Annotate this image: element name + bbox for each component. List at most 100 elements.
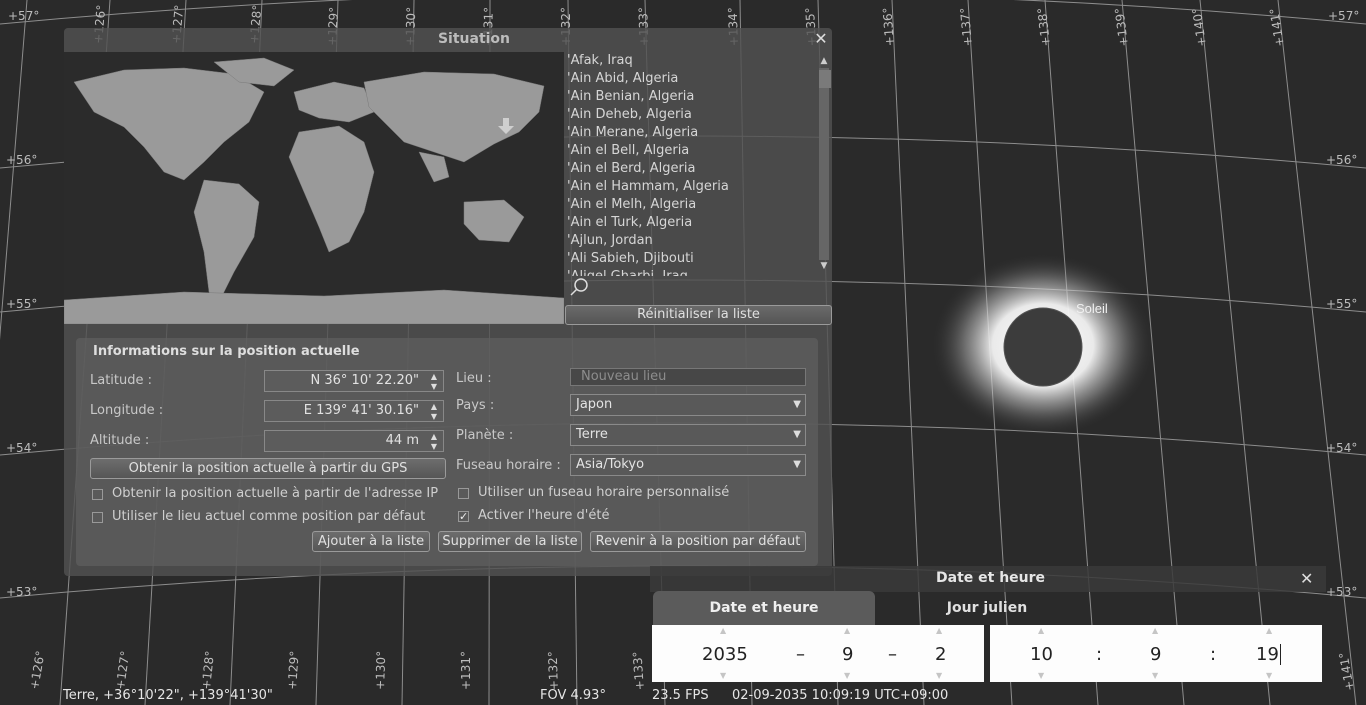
timezone-label: Fuseau horaire : bbox=[456, 458, 561, 473]
hour-field[interactable]: 10 bbox=[1030, 644, 1053, 665]
search-icon[interactable] bbox=[567, 276, 591, 300]
spin-down-icon[interactable]: ▼ bbox=[427, 412, 441, 421]
month-down-icon[interactable]: ▼ bbox=[844, 671, 850, 680]
revert-default-button[interactable]: Revenir à la position par défaut bbox=[590, 531, 806, 552]
list-item[interactable]: 'Afak, Iraq bbox=[567, 52, 815, 70]
list-item[interactable]: 'Aliqel Gharbi, Iraq bbox=[567, 268, 815, 276]
list-item[interactable]: 'Ali Sabieh, Djibouti bbox=[567, 250, 815, 268]
altitude-field[interactable]: 44 m ▲ ▼ bbox=[264, 430, 444, 452]
longitude-field[interactable]: E 139° 41' 30.16" ▲ ▼ bbox=[264, 400, 444, 422]
latitude-label: Latitude : bbox=[90, 373, 153, 388]
lon-label: +127° bbox=[113, 650, 132, 691]
second-up-icon[interactable]: ▲ bbox=[1266, 626, 1272, 635]
scroll-track[interactable] bbox=[819, 68, 829, 260]
minute-down-icon[interactable]: ▼ bbox=[1152, 671, 1158, 680]
gps-button[interactable]: Obtenir la position actuelle à partir du… bbox=[90, 458, 446, 479]
second-down-icon[interactable]: ▼ bbox=[1266, 671, 1272, 680]
spin-up-icon[interactable]: ▲ bbox=[427, 402, 441, 411]
day-up-icon[interactable]: ▲ bbox=[936, 626, 942, 635]
lon-label: +140° bbox=[1190, 7, 1209, 48]
latitude-field[interactable]: N 36° 10' 22.20" ▲ ▼ bbox=[264, 370, 444, 392]
add-to-list-button[interactable]: Ajouter à la liste bbox=[312, 531, 430, 552]
month-up-icon[interactable]: ▲ bbox=[844, 626, 850, 635]
planet-select[interactable]: Terre ▼ bbox=[570, 424, 806, 446]
location-list[interactable]: 'Afak, Iraq 'Ain Abid, Algeria 'Ain Beni… bbox=[567, 52, 815, 276]
timezone-select[interactable]: Asia/Tokyo ▼ bbox=[570, 454, 806, 476]
sun-label[interactable]: Soleil bbox=[1076, 301, 1108, 316]
lon-label: +131° bbox=[459, 651, 473, 690]
spin-down-icon[interactable]: ▼ bbox=[427, 442, 441, 451]
altitude-value: 44 m bbox=[385, 433, 419, 448]
world-map[interactable] bbox=[64, 52, 564, 324]
panel-title: Informations sur la position actuelle bbox=[93, 344, 360, 359]
day-field[interactable]: 2 bbox=[935, 644, 946, 665]
scroll-down-icon[interactable]: ▼ bbox=[818, 261, 830, 271]
custom-timezone-checkbox[interactable] bbox=[458, 488, 469, 499]
tab-date-time[interactable]: Date et heure bbox=[653, 591, 875, 625]
lat-label: +55° bbox=[1326, 297, 1357, 311]
day-down-icon[interactable]: ▼ bbox=[936, 671, 942, 680]
close-icon[interactable]: ✕ bbox=[812, 30, 830, 48]
list-item[interactable]: 'Ain Merane, Algeria bbox=[567, 124, 815, 142]
minute-up-icon[interactable]: ▲ bbox=[1152, 626, 1158, 635]
scroll-up-icon[interactable]: ▲ bbox=[818, 56, 830, 66]
dst-checkbox[interactable]: ✓ bbox=[458, 511, 469, 522]
spin-up-icon[interactable]: ▲ bbox=[427, 432, 441, 441]
lat-label: +55° bbox=[6, 297, 37, 311]
latitude-value: N 36° 10' 22.20" bbox=[310, 373, 419, 388]
date-panel: ▲ ▼ 2035 – ▲ ▼ 9 – ▲ ▼ 2 bbox=[652, 625, 984, 682]
lon-label: +133° bbox=[630, 651, 647, 691]
lon-label: +129° bbox=[285, 650, 302, 690]
list-item[interactable]: 'Ain el Hammam, Algeria bbox=[567, 178, 815, 196]
location-list-scrollbar[interactable]: ▲ ▼ bbox=[816, 56, 832, 272]
moon-disk bbox=[1003, 307, 1083, 387]
planet-label: Planète : bbox=[456, 428, 514, 443]
reset-list-button[interactable]: Réinitialiser la liste bbox=[565, 305, 832, 325]
minute-field[interactable]: 9 bbox=[1150, 644, 1161, 665]
status-location: Terre, +36°10'22", +139°41'30" bbox=[63, 688, 273, 703]
chevron-down-icon: ▼ bbox=[793, 459, 801, 470]
spin-down-icon[interactable]: ▼ bbox=[427, 382, 441, 391]
hour-up-icon[interactable]: ▲ bbox=[1038, 626, 1044, 635]
status-fov: FOV 4.93° bbox=[540, 688, 606, 703]
scroll-thumb[interactable] bbox=[819, 70, 831, 88]
list-item[interactable]: 'Ain el Melh, Algeria bbox=[567, 196, 815, 214]
year-down-icon[interactable]: ▼ bbox=[720, 671, 726, 680]
country-label: Pays : bbox=[456, 398, 495, 413]
tab-julian-day[interactable]: Jour julien bbox=[876, 591, 1098, 625]
default-location-checkbox[interactable] bbox=[92, 512, 103, 523]
list-item[interactable]: 'Ajlun, Jordan bbox=[567, 232, 815, 250]
time-panel: ▲ ▼ 10 : ▲ ▼ 9 : ▲ ▼ 19 bbox=[990, 625, 1322, 682]
year-up-icon[interactable]: ▲ bbox=[720, 626, 726, 635]
status-datetime: 02-09-2035 10:09:19 UTC+09:00 bbox=[732, 688, 949, 703]
current-position-panel: Informations sur la position actuelle La… bbox=[76, 338, 818, 566]
lon-label: +138° bbox=[1035, 7, 1053, 47]
eclipsed-sun[interactable] bbox=[931, 253, 1155, 437]
list-item[interactable]: 'Ain Abid, Algeria bbox=[567, 70, 815, 88]
country-select[interactable]: Japon ▼ bbox=[570, 394, 806, 416]
list-item[interactable]: 'Ain el Bell, Algeria bbox=[567, 142, 815, 160]
lat-label: +53° bbox=[6, 585, 37, 599]
chevron-down-icon: ▼ bbox=[793, 399, 801, 410]
list-item[interactable]: 'Ain Benian, Algeria bbox=[567, 88, 815, 106]
longitude-label: Longitude : bbox=[90, 403, 164, 418]
datetime-window: Date et heure ✕ Date et heure Jour julie… bbox=[650, 566, 1326, 687]
year-field[interactable]: 2035 bbox=[702, 644, 748, 665]
datetime-title: Date et heure bbox=[936, 570, 1046, 586]
altitude-label: Altitude : bbox=[90, 433, 150, 448]
delete-from-list-button[interactable]: Supprimer de la liste bbox=[438, 531, 582, 552]
month-field[interactable]: 9 bbox=[842, 644, 853, 665]
lat-label: +57° bbox=[8, 9, 39, 23]
status-fps: 23.5 FPS bbox=[652, 688, 709, 703]
list-item[interactable]: 'Ain el Berd, Algeria bbox=[567, 160, 815, 178]
spin-up-icon[interactable]: ▲ bbox=[427, 372, 441, 381]
list-item[interactable]: 'Ain el Turk, Algeria bbox=[567, 214, 815, 232]
close-icon[interactable]: ✕ bbox=[1300, 569, 1313, 588]
location-name-input[interactable]: Nouveau lieu bbox=[570, 368, 806, 386]
second-field[interactable]: 19 bbox=[1256, 644, 1281, 665]
list-item[interactable]: 'Ain Deheb, Algeria bbox=[567, 106, 815, 124]
ip-location-checkbox[interactable] bbox=[92, 489, 103, 500]
hour-down-icon[interactable]: ▼ bbox=[1038, 671, 1044, 680]
lon-label: +141° bbox=[1336, 651, 1357, 692]
lon-label: +137° bbox=[958, 7, 975, 47]
